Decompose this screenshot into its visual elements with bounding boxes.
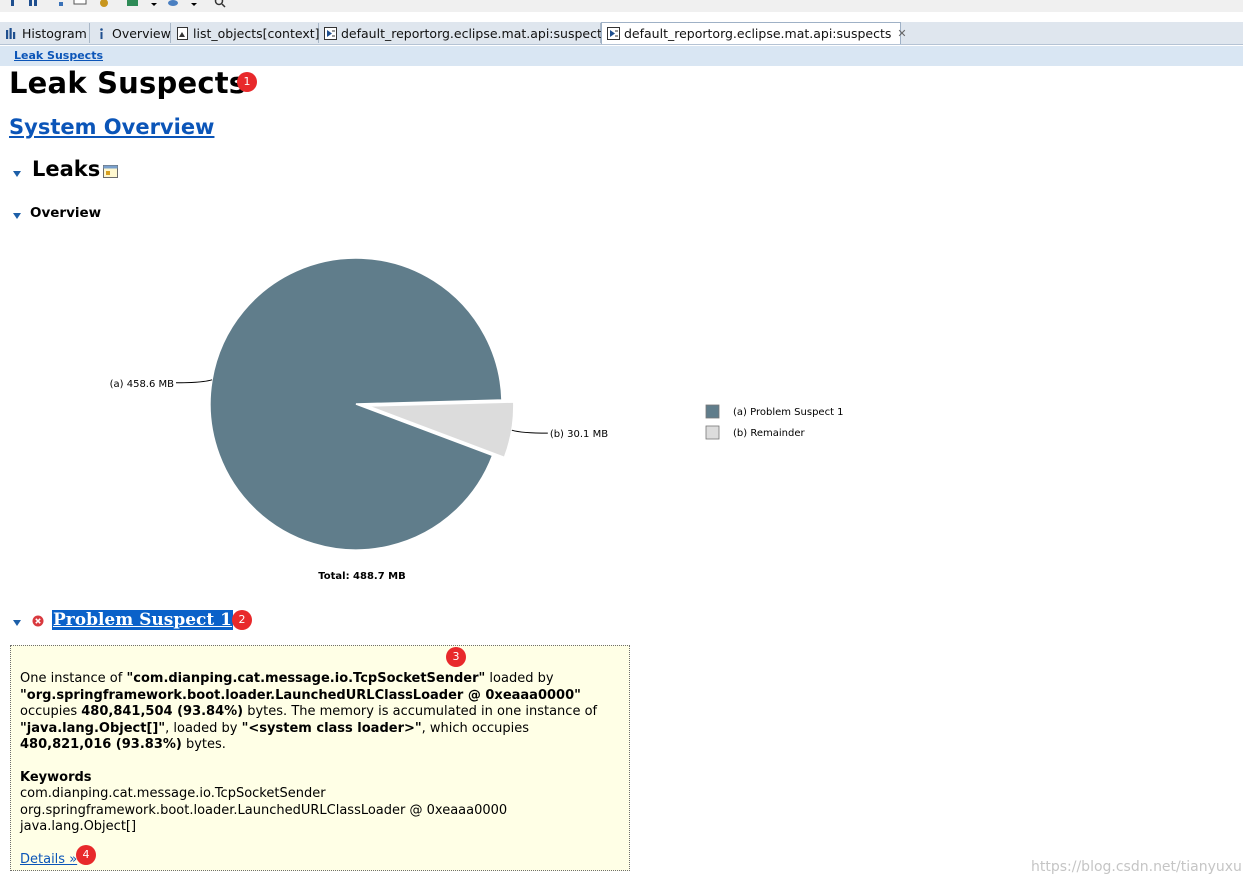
tab-default-report-active[interactable]: default_report org.eclipse.mat.api:suspec… bbox=[601, 22, 907, 44]
annotation-badge: 3 bbox=[446, 647, 466, 667]
error-icon bbox=[32, 615, 44, 627]
editor-tab-bar: Histogram Overview list_objects [context]… bbox=[0, 22, 1243, 45]
main-toolbar bbox=[0, 0, 1243, 12]
info-icon bbox=[100, 27, 103, 39]
tab-detail: [context] bbox=[262, 25, 320, 41]
document-icon bbox=[177, 26, 188, 40]
details-link[interactable]: Details » bbox=[20, 852, 77, 869]
description-text: , which occupies bbox=[421, 720, 530, 736]
details-panel-icon[interactable] bbox=[103, 165, 118, 178]
tab-label: Overview bbox=[112, 25, 171, 41]
pie-slice-label: (a) 458.6 MB bbox=[110, 379, 175, 390]
description-emphasis: 480,821,016 (93.83%) bbox=[20, 737, 182, 752]
tab-detail: org.eclipse.mat.api:suspects bbox=[429, 25, 609, 41]
problem-suspect-title[interactable]: Problem Suspect 1 bbox=[52, 610, 234, 630]
watermark: https://blog.csdn.net/tianyuxu bbox=[1031, 859, 1242, 875]
gear-icon[interactable] bbox=[97, 0, 111, 8]
description-emphasis: "<system class loader>" bbox=[241, 720, 422, 736]
report-icon[interactable] bbox=[126, 0, 140, 8]
description-text: , loaded by bbox=[165, 720, 242, 736]
description-text: occupies bbox=[20, 704, 82, 719]
histogram-icon bbox=[6, 27, 16, 39]
report-icon bbox=[324, 26, 337, 40]
keyword-item: java.lang.Object[] bbox=[20, 819, 137, 834]
keywords-heading: Keywords bbox=[20, 769, 92, 785]
annotation-badge: 1 bbox=[237, 72, 257, 92]
description-emphasis: "org.springframework.boot.loader.Launche… bbox=[20, 687, 581, 703]
problem-description: One instance of "com.dianping.cat.messag… bbox=[20, 671, 620, 754]
tab-default-report[interactable]: default_report org.eclipse.mat.api:suspec… bbox=[319, 23, 608, 43]
pie-leader-line bbox=[176, 379, 213, 384]
legend-entry: (b) Remainder bbox=[733, 428, 805, 439]
close-icon[interactable]: ✕ bbox=[897, 27, 906, 40]
legend-entry: (a) Problem Suspect 1 bbox=[733, 407, 844, 418]
overview-heading: Overview bbox=[30, 205, 102, 221]
tab-label: default_report bbox=[624, 26, 713, 41]
report-icon bbox=[607, 27, 620, 40]
pie-slice-label: (b) 30.1 MB bbox=[550, 429, 608, 440]
collapse-triangle-icon[interactable] bbox=[13, 620, 21, 626]
dominator-tree-icon[interactable] bbox=[51, 0, 65, 8]
legend-swatch bbox=[705, 404, 720, 419]
database-icon[interactable] bbox=[166, 0, 180, 8]
pie-leader-line bbox=[511, 429, 548, 434]
histogram-icon[interactable] bbox=[27, 0, 41, 8]
description-emphasis: "java.lang.Object[]" bbox=[20, 720, 166, 736]
description-emphasis: "com.dianping.cat.message.io.TcpSocketSe… bbox=[126, 671, 486, 686]
problem-suspect-box: One instance of "com.dianping.cat.messag… bbox=[10, 645, 630, 871]
keyword-item: com.dianping.cat.message.io.TcpSocketSen… bbox=[20, 786, 326, 801]
tab-histogram[interactable]: Histogram bbox=[0, 23, 90, 43]
legend-swatch bbox=[705, 425, 720, 440]
description-text: bytes. The memory is accumulated in one … bbox=[243, 704, 598, 719]
system-overview-link[interactable]: System Overview bbox=[9, 115, 214, 139]
collapse-triangle-icon[interactable] bbox=[13, 213, 21, 219]
collapse-triangle-icon[interactable] bbox=[13, 171, 21, 177]
tab-detail: org.eclipse.mat.api:suspects bbox=[712, 26, 892, 41]
breadcrumb: Leak Suspects bbox=[0, 46, 1243, 66]
page-title: Leak Suspects bbox=[9, 66, 247, 100]
tab-label: list_objects bbox=[193, 25, 263, 41]
pie-total-label: Total: 488.7 MB bbox=[318, 571, 406, 582]
search-icon[interactable] bbox=[213, 0, 227, 8]
tab-label: Histogram bbox=[22, 25, 87, 41]
description-text: bytes. bbox=[181, 737, 226, 752]
chevron-down-icon[interactable] bbox=[190, 0, 198, 8]
info-icon[interactable] bbox=[6, 0, 20, 8]
breadcrumb-link-leak-suspects[interactable]: Leak Suspects bbox=[14, 49, 103, 62]
annotation-badge: 2 bbox=[232, 610, 252, 630]
tab-overview[interactable]: Overview bbox=[90, 23, 171, 43]
tab-list-objects[interactable]: list_objects [context] bbox=[171, 23, 320, 43]
leaks-heading: Leaks bbox=[32, 157, 101, 181]
tab-label: default_report bbox=[341, 25, 430, 41]
description-emphasis: 480,841,504 (93.84%) bbox=[81, 704, 244, 719]
chevron-down-icon[interactable] bbox=[150, 0, 158, 8]
oql-icon[interactable] bbox=[73, 0, 87, 8]
keyword-item: org.springframework.boot.loader.Launched… bbox=[20, 802, 508, 818]
description-text: loaded by bbox=[485, 671, 554, 686]
annotation-badge: 4 bbox=[76, 845, 96, 865]
description-text: One instance of bbox=[20, 671, 127, 686]
leak-pie-chart: (a) 458.6 MB (a) Problem Suspect 1 (b) 30.… bbox=[110, 257, 844, 582]
